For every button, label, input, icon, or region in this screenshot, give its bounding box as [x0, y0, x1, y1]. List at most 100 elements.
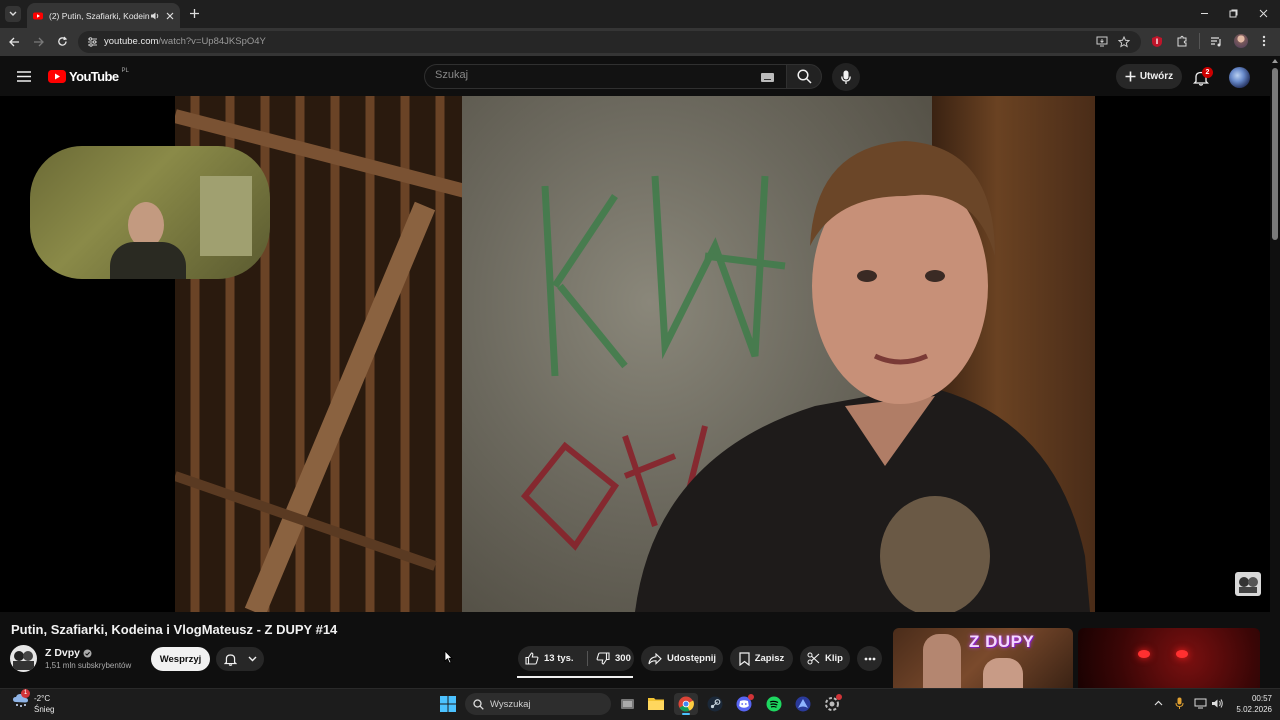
taskbar-chrome-active[interactable]: [674, 693, 698, 715]
install-app-icon[interactable]: [1096, 36, 1108, 47]
steam-icon[interactable]: [707, 696, 723, 712]
taskbar-search-label: Wyszukaj: [490, 698, 531, 710]
url-host: youtube.com: [104, 36, 159, 47]
verified-check-icon: [83, 649, 92, 657]
weather-text[interactable]: -2°C Śnieg: [34, 693, 54, 715]
channel-name-row[interactable]: Z Dvpy: [45, 647, 92, 659]
channel-avatar-icon: [13, 651, 34, 670]
save-button[interactable]: Zapisz: [730, 646, 793, 671]
thumbs-up-icon: [525, 652, 539, 665]
clip-button[interactable]: Klip: [800, 646, 850, 671]
windows-start-icon[interactable]: [440, 696, 456, 712]
close-tab-icon[interactable]: [166, 12, 174, 20]
browser-tab-active[interactable]: (2) Putin, Szafiarki, Kodeina: [27, 3, 180, 28]
url-text: youtube.com/watch?v=Up84JKSpO4Y: [104, 36, 266, 47]
youtube-logo[interactable]: YouTube PL: [48, 67, 129, 84]
reload-icon[interactable]: [57, 36, 68, 47]
voice-search-button[interactable]: [832, 63, 860, 91]
profile-avatar[interactable]: [1234, 34, 1248, 48]
new-tab-icon[interactable]: [189, 8, 200, 19]
notifications-button[interactable]: 2: [1192, 67, 1213, 88]
save-label: Zapisz: [754, 653, 785, 664]
misc-app-taskbar-button[interactable]: [824, 694, 842, 712]
plus-icon: [1125, 71, 1136, 82]
video-frame[interactable]: [175, 96, 1095, 612]
bookmark-star-icon[interactable]: [1118, 36, 1130, 48]
webcam-shelf: [200, 176, 252, 256]
support-button[interactable]: Wesprzyj: [151, 647, 210, 671]
create-label: Utwórz: [1139, 71, 1174, 82]
chevron-down-icon: [248, 656, 256, 662]
volume-icon[interactable]: [1211, 698, 1224, 709]
file-explorer-icon[interactable]: [648, 696, 664, 710]
search-button[interactable]: [786, 64, 822, 89]
tray-overflow-chevron-icon[interactable]: [1154, 700, 1163, 706]
network-icon[interactable]: [1194, 698, 1207, 709]
hamburger-menu-icon[interactable]: [17, 71, 31, 82]
site-info-icon[interactable]: [87, 37, 98, 47]
recommended-video-thumbnail-2[interactable]: [1078, 628, 1260, 688]
scrollbar-thumb[interactable]: [1272, 68, 1278, 240]
clock[interactable]: 00:57 5.02.2026: [1230, 693, 1272, 715]
notification-bell-dropdown[interactable]: [216, 647, 264, 671]
window-close-icon[interactable]: [1259, 9, 1268, 18]
subscriber-count: 1,51 mln subskrybentów: [45, 661, 132, 670]
clock-date: 5.02.2026: [1236, 705, 1272, 714]
chevron-down-icon: [9, 11, 17, 16]
scroll-up-arrow-icon[interactable]: [1271, 58, 1279, 64]
restore-icon[interactable]: [1229, 9, 1238, 18]
active-app-indicator: [682, 713, 690, 715]
streamer-webcam-overlay: [30, 146, 270, 279]
search-icon: [796, 69, 812, 84]
minimize-icon[interactable]: [1200, 9, 1209, 18]
app-notification-dot: [836, 694, 842, 700]
search-icon: [473, 698, 484, 710]
video-player[interactable]: [0, 96, 1270, 612]
launcher-app-icon[interactable]: [795, 696, 811, 712]
task-view-icon[interactable]: [620, 697, 635, 711]
extension-red-icon[interactable]: [1151, 35, 1163, 48]
channel-name[interactable]: Z Dvpy: [45, 647, 80, 659]
address-bar[interactable]: youtube.com/watch?v=Up84JKSpO4Y: [78, 31, 1141, 53]
more-actions-button[interactable]: [857, 646, 882, 671]
like-ratio-bar: [517, 676, 633, 678]
channel-watermark[interactable]: [1235, 572, 1261, 596]
microphone-tray-icon[interactable]: [1175, 697, 1184, 710]
share-arrow-icon: [648, 652, 662, 665]
dislike-count: 300: [615, 653, 631, 664]
thumbs-down-icon: [596, 652, 610, 665]
youtube-play-logo-icon: [48, 70, 66, 83]
thumbnail-red-eye-left: [1138, 650, 1150, 658]
webcam-body: [110, 242, 186, 279]
extensions-puzzle-icon[interactable]: [1176, 35, 1188, 47]
youtube-favicon-icon: [33, 12, 43, 19]
account-avatar[interactable]: [1229, 67, 1250, 88]
weather-widget[interactable]: 1: [12, 689, 30, 710]
spotify-icon[interactable]: [766, 696, 782, 712]
more-menu-icon[interactable]: [1262, 35, 1266, 47]
weather-condition: Śnieg: [34, 705, 55, 714]
video-title: Putin, Szafiarki, Kodeina i VlogMateusz …: [11, 622, 338, 637]
media-controls-icon[interactable]: [1210, 36, 1223, 47]
dislike-button[interactable]: 300: [588, 652, 631, 665]
taskbar-search[interactable]: Wyszukaj: [465, 693, 611, 715]
tab-search-button[interactable]: [5, 6, 21, 22]
back-arrow-icon[interactable]: [9, 37, 20, 47]
country-code: PL: [121, 67, 129, 74]
clock-time: 00:57: [1251, 694, 1272, 703]
audio-playing-icon[interactable]: [150, 11, 160, 21]
keyboard-icon[interactable]: [761, 73, 774, 82]
youtube-logo-text: YouTube: [69, 69, 119, 84]
toolbar-divider: [1199, 33, 1200, 49]
search-box[interactable]: [424, 64, 786, 89]
forward-arrow-icon[interactable]: [33, 37, 44, 47]
chrome-icon: [678, 696, 694, 712]
create-button[interactable]: Utwórz: [1116, 64, 1182, 89]
like-button[interactable]: 13 tys.: [525, 652, 587, 665]
scissors-icon: [807, 652, 820, 665]
channel-avatar[interactable]: [10, 645, 37, 672]
recommended-video-thumbnail[interactable]: Z DUPY: [893, 628, 1073, 688]
search-input[interactable]: [435, 69, 735, 81]
discord-taskbar-button[interactable]: [736, 694, 754, 712]
share-button[interactable]: Udostępnij: [641, 646, 723, 671]
